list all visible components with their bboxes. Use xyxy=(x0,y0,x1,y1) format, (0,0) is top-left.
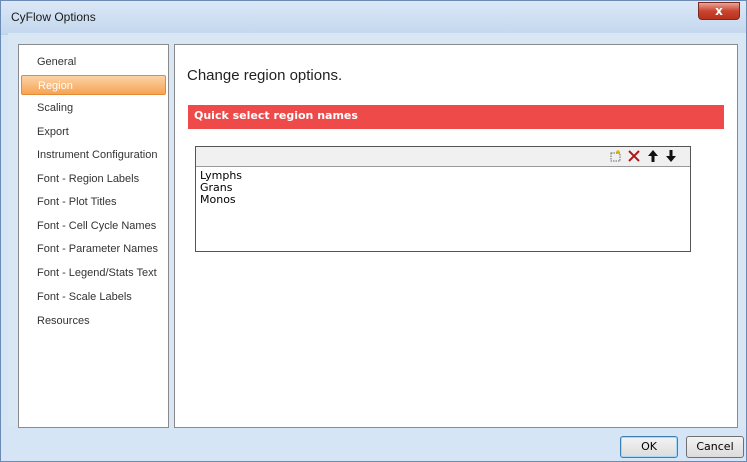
sidebar-item-label: General xyxy=(37,56,77,68)
list-item[interactable]: Monos xyxy=(200,194,242,206)
sidebar-item-instrument-configuration[interactable]: Instrument Configuration xyxy=(21,145,166,165)
sidebar-item-label: Region xyxy=(38,80,73,92)
sidebar-item-label: Font - Legend/Stats Text xyxy=(37,267,157,279)
delete-icon[interactable] xyxy=(627,149,641,163)
sidebar-item-label: Scaling xyxy=(37,102,74,114)
sidebar-item-label: Export xyxy=(37,126,69,138)
sidebar-item-font-parameter-names[interactable]: Font - Parameter Names xyxy=(21,239,166,259)
cancel-button[interactable]: Cancel xyxy=(686,436,744,458)
sidebar-item-label: Font - Region Labels xyxy=(37,173,140,185)
move-down-icon[interactable] xyxy=(664,149,678,163)
window-title: CyFlow Options xyxy=(11,10,96,24)
sidebar-item-resources[interactable]: Resources xyxy=(21,311,166,331)
page-title: Change region options. xyxy=(187,67,343,84)
list-toolbar xyxy=(196,147,690,167)
section-header: Quick select region names xyxy=(188,105,724,129)
sidebar-item-font-region-labels[interactable]: Font - Region Labels xyxy=(21,169,166,189)
sidebar-item-region[interactable]: Region xyxy=(21,75,166,95)
sidebar-item-font-scale-labels[interactable]: Font - Scale Labels xyxy=(21,287,166,307)
sidebar-item-label: Font - Parameter Names xyxy=(37,243,159,255)
sidebar-item-label: Font - Scale Labels xyxy=(37,291,132,303)
sidebar-item-export[interactable]: Export xyxy=(21,122,166,142)
close-icon: x xyxy=(715,4,723,18)
sidebar-item-font-plot-titles[interactable]: Font - Plot Titles xyxy=(21,192,166,212)
sidebar-item-font-legend-stats-text[interactable]: Font - Legend/Stats Text xyxy=(21,263,166,283)
region-names-list[interactable]: Lymphs Grans Monos xyxy=(195,146,691,252)
options-sidebar: General Region Scaling Export Instrument… xyxy=(18,44,169,428)
sidebar-item-label: Instrument Configuration xyxy=(37,149,158,161)
new-item-icon[interactable] xyxy=(609,149,623,163)
options-panel: Change region options. Quick select regi… xyxy=(174,44,738,428)
section-title: Quick select region names xyxy=(194,109,358,122)
sidebar-item-general[interactable]: General xyxy=(21,52,166,72)
move-up-icon[interactable] xyxy=(646,149,660,163)
sidebar-item-label: Font - Plot Titles xyxy=(37,196,117,208)
list-items: Lymphs Grans Monos xyxy=(200,170,242,206)
sidebar-item-label: Resources xyxy=(37,315,90,327)
title-bar[interactable]: CyFlow Options x xyxy=(1,1,746,34)
close-button[interactable]: x xyxy=(698,2,740,20)
ok-button[interactable]: OK xyxy=(620,436,678,458)
sidebar-item-scaling[interactable]: Scaling xyxy=(21,98,166,118)
sidebar-item-font-cell-cycle-names[interactable]: Font - Cell Cycle Names xyxy=(21,216,166,236)
sidebar-item-label: Font - Cell Cycle Names xyxy=(37,220,157,232)
